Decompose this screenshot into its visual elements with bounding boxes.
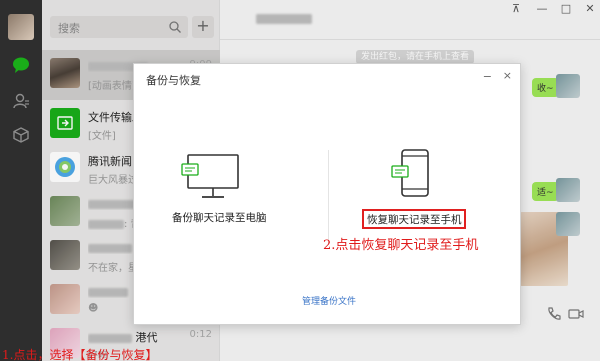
divider — [328, 150, 329, 245]
dialog-title: 备份与恢复 — [146, 74, 201, 87]
backup-to-pc-option[interactable]: 备份聊天记录至电脑 — [172, 210, 267, 225]
manage-backup-files-link[interactable]: 管理备份文件 — [302, 294, 356, 307]
chat-icon[interactable] — [12, 56, 30, 74]
annotation-step-2: 2.点击恢复聊天记录至手机 — [323, 238, 479, 253]
avatar[interactable] — [8, 14, 34, 40]
computer-icon[interactable] — [180, 152, 242, 202]
annotation-step-1: 1.点击，选择【备份与恢复】 — [2, 348, 158, 361]
navigation-rail — [0, 0, 42, 361]
contacts-icon[interactable] — [12, 92, 30, 110]
phone-device-icon[interactable] — [388, 148, 438, 204]
dialog-minimize-button[interactable]: − — [483, 70, 492, 83]
favorites-box-icon[interactable] — [12, 126, 30, 144]
highlight-box — [362, 209, 466, 229]
dialog-close-button[interactable]: × — [503, 69, 512, 82]
backup-restore-dialog: 备份与恢复 − × 备份聊天记录至电脑 恢复聊天记录至手机 管理备份文件 — [133, 63, 521, 325]
